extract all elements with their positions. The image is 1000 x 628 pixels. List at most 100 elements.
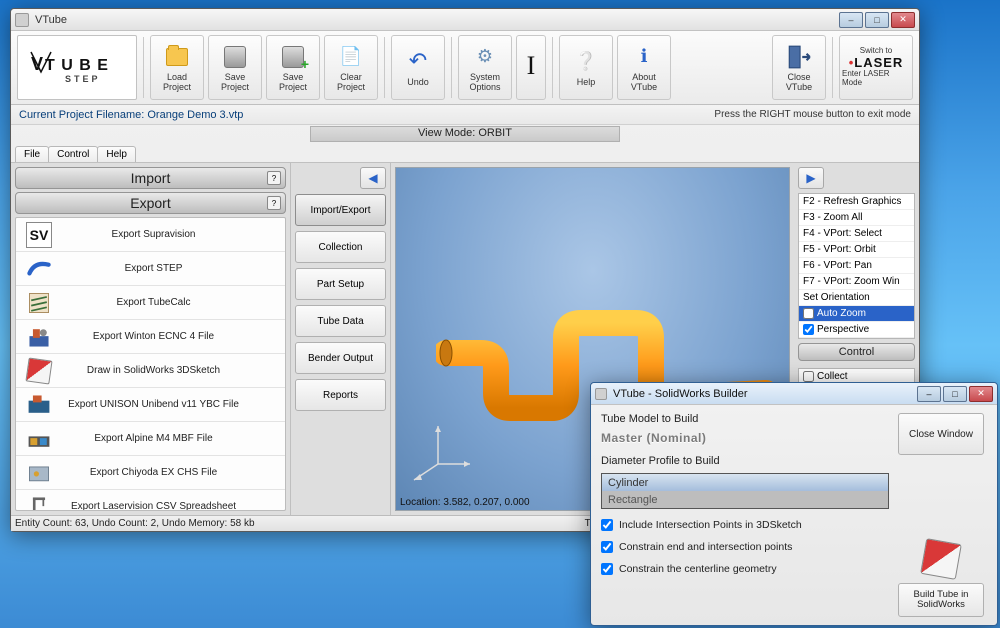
help-icon: ❔: [572, 48, 600, 76]
export-list: SVExport Supravision Export STEP Export …: [15, 217, 286, 511]
close-vtube-button[interactable]: CloseVTube: [772, 35, 826, 100]
dialog-title: VTube - SolidWorks Builder: [613, 388, 748, 400]
fkey-list: F2 - Refresh Graphics F3 - Zoom All F4 -…: [798, 193, 915, 339]
check-intersection-points[interactable]: Include Intersection Points in 3DSketch: [601, 519, 889, 531]
door-exit-icon: [785, 43, 813, 71]
axis-gizmo: [408, 414, 478, 484]
check-constrain-end[interactable]: Constrain end and intersection points: [601, 541, 889, 553]
nav-reports[interactable]: Reports: [295, 379, 386, 411]
master-nominal-label: Master (Nominal): [601, 431, 889, 445]
viewport-location-status: Location: 3.582, 0.207, 0.000: [400, 497, 530, 508]
unison-icon: [16, 388, 62, 421]
gear-icon: ⚙: [471, 43, 499, 71]
info-icon: ℹ: [630, 43, 658, 71]
left-panel: Import? Export? SVExport Supravision Exp…: [11, 163, 291, 515]
draw-solidworks[interactable]: Draw in SolidWorks 3DSketch: [16, 354, 285, 388]
perspective-row[interactable]: Perspective: [799, 322, 914, 338]
help-button[interactable]: ❔Help: [559, 35, 613, 100]
dialog-icon: [595, 388, 607, 400]
tab-help[interactable]: Help: [97, 146, 136, 162]
dialog-titlebar[interactable]: VTube - SolidWorks Builder – □ ✕: [591, 383, 997, 405]
clear-project-button[interactable]: 📄ClearProject: [324, 35, 378, 100]
app-logo: VT U B ESTEP: [17, 35, 137, 100]
export-step[interactable]: Export STEP: [16, 252, 285, 286]
save-project-as-button[interactable]: +SaveProject: [266, 35, 320, 100]
dialog-maximize-button[interactable]: □: [943, 386, 967, 402]
set-orientation[interactable]: Set Orientation: [799, 290, 914, 306]
collapse-left-button[interactable]: ◀: [360, 167, 386, 189]
export-chiyoda[interactable]: Export Chiyoda EX CHS File: [16, 456, 285, 490]
tab-file[interactable]: File: [15, 146, 49, 162]
laser-mode-button[interactable]: Switch to •LASER Enter LASER Mode: [839, 35, 913, 100]
tube-model-label: Tube Model to Build: [601, 413, 889, 425]
main-titlebar[interactable]: VTube – □ ✕: [11, 9, 919, 31]
control-header[interactable]: Control: [798, 343, 915, 361]
nav-bender-output[interactable]: Bender Output: [295, 342, 386, 374]
nav-part-setup[interactable]: Part Setup: [295, 268, 386, 300]
export-laservision[interactable]: Export Laservision CSV Spreadsheet: [16, 490, 285, 511]
tab-control[interactable]: Control: [48, 146, 98, 162]
view-mode-bar: View Mode: ORBIT: [11, 125, 919, 143]
export-help-icon[interactable]: ?: [267, 196, 281, 210]
tube-icon: [16, 252, 62, 285]
dialog-body: Tube Model to Build Master (Nominal) Dia…: [591, 405, 997, 625]
about-button[interactable]: ℹAboutVTube: [617, 35, 671, 100]
save-project-button[interactable]: SaveProject: [208, 35, 262, 100]
export-header[interactable]: Export?: [15, 192, 286, 214]
f5-vport-orbit[interactable]: F5 - VPort: Orbit: [799, 242, 914, 258]
close-button[interactable]: ✕: [891, 12, 915, 28]
f6-vport-pan[interactable]: F6 - VPort: Pan: [799, 258, 914, 274]
profile-listbox[interactable]: Cylinder Rectangle: [601, 473, 889, 509]
solidworks-cube-icon: [920, 538, 962, 580]
f2-refresh[interactable]: F2 - Refresh Graphics: [799, 194, 914, 210]
exit-mode-hint: Press the RIGHT mouse button to exit mod…: [714, 109, 911, 120]
alpine-icon: [16, 422, 62, 455]
export-unison[interactable]: Export UNISON Unibend v11 YBC File: [16, 388, 285, 422]
collect-checkbox[interactable]: [803, 371, 814, 382]
project-filename-bar: Current Project Filename: Orange Demo 3.…: [11, 105, 919, 125]
import-help-icon[interactable]: ?: [267, 171, 281, 185]
sv-icon: SV: [16, 218, 62, 251]
export-winton[interactable]: Export Winton ECNC 4 File: [16, 320, 285, 354]
export-supravision[interactable]: SVExport Supravision: [16, 218, 285, 252]
system-options-button[interactable]: ⚙SystemOptions: [458, 35, 512, 100]
ribbon-toolbar: VT U B ESTEP LoadProject SaveProject +Sa…: [11, 31, 919, 105]
text-cursor-icon: I: [517, 53, 545, 81]
export-tubecalc[interactable]: Export TubeCalc: [16, 286, 285, 320]
profile-rectangle[interactable]: Rectangle: [602, 491, 888, 508]
text-cursor-button[interactable]: I: [516, 35, 546, 100]
nav-tube-data[interactable]: Tube Data: [295, 305, 386, 337]
perspective-checkbox[interactable]: [803, 324, 814, 335]
auto-zoom-checkbox[interactable]: [803, 308, 814, 319]
undo-button[interactable]: ↶Undo: [391, 35, 445, 100]
dialog-close-button[interactable]: ✕: [969, 386, 993, 402]
f3-zoom-all[interactable]: F3 - Zoom All: [799, 210, 914, 226]
auto-zoom-row[interactable]: Auto Zoom: [799, 306, 914, 322]
nav-collection[interactable]: Collection: [295, 231, 386, 263]
check-constrain-centerline[interactable]: Constrain the centerline geometry: [601, 563, 889, 575]
save-icon: [224, 46, 246, 68]
diameter-profile-label: Diameter Profile to Build: [601, 455, 889, 467]
mid-nav-panel: ◀ Import/Export Collection Part Setup Tu…: [291, 163, 391, 515]
export-alpine[interactable]: Export Alpine M4 MBF File: [16, 422, 285, 456]
collapse-right-button[interactable]: ▶: [798, 167, 824, 189]
import-header[interactable]: Import?: [15, 167, 286, 189]
nav-import-export[interactable]: Import/Export: [295, 194, 386, 226]
close-window-button[interactable]: Close Window: [898, 413, 984, 455]
load-project-button[interactable]: LoadProject: [150, 35, 204, 100]
project-filename-label: Current Project Filename: Orange Demo 3.…: [19, 109, 243, 121]
minimize-button[interactable]: –: [839, 12, 863, 28]
cmm-icon: [16, 490, 62, 511]
f7-vport-zoom-win[interactable]: F7 - VPort: Zoom Win: [799, 274, 914, 290]
entity-count-status: Entity Count: 63, Undo Count: 2, Undo Me…: [15, 518, 255, 529]
tubecalc-icon: [16, 286, 62, 319]
solidworks-builder-dialog: VTube - SolidWorks Builder – □ ✕ Tube Mo…: [590, 382, 998, 626]
dialog-minimize-button[interactable]: –: [917, 386, 941, 402]
profile-cylinder[interactable]: Cylinder: [602, 474, 888, 491]
maximize-button[interactable]: □: [865, 12, 889, 28]
arrow-right-icon: ▶: [806, 171, 815, 185]
menu-tabs: File Control Help: [11, 143, 919, 163]
f4-vport-select[interactable]: F4 - VPort: Select: [799, 226, 914, 242]
build-tube-button[interactable]: Build Tube in SolidWorks: [898, 583, 984, 617]
app-icon: [15, 13, 29, 27]
